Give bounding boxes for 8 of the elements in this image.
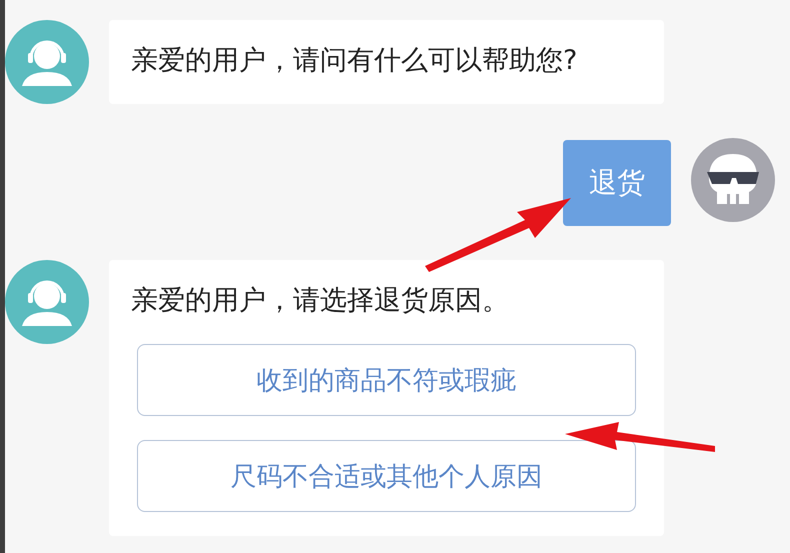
reason-option-button[interactable]: 尺码不合适或其他个人原因	[137, 440, 636, 512]
message-text: 亲爱的用户，请选择退货原因。	[131, 284, 510, 318]
reason-option-button[interactable]: 收到的商品不符或瑕疵	[137, 344, 636, 416]
message-text: 亲爱的用户，请问有什么可以帮助您?	[131, 44, 578, 78]
user-message: 退货	[563, 140, 671, 226]
agent-avatar-icon	[5, 260, 89, 344]
skull-avatar-icon	[691, 138, 775, 222]
agent-avatar-icon	[5, 20, 89, 104]
